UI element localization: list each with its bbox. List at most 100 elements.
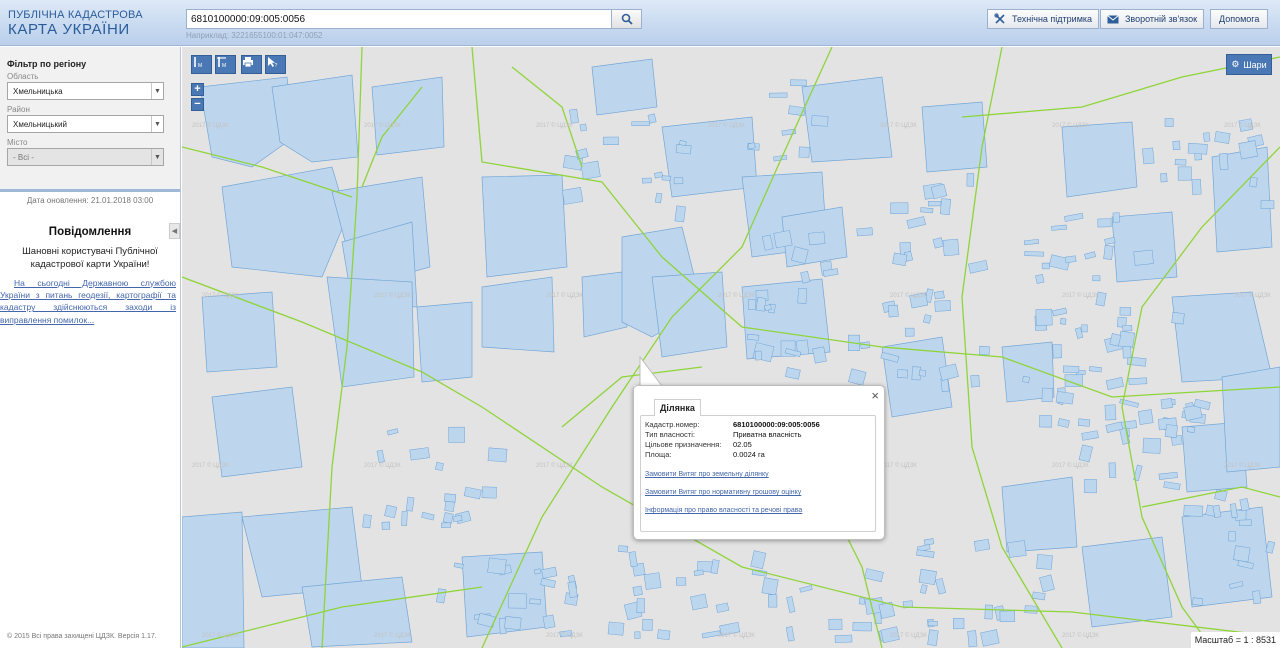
parcel[interactable] — [673, 177, 684, 185]
parcel[interactable] — [1035, 308, 1053, 326]
parcel[interactable] — [769, 92, 788, 98]
parcel[interactable] — [939, 198, 952, 215]
parcel[interactable] — [1057, 418, 1070, 428]
parcel[interactable] — [569, 108, 579, 124]
parcel[interactable] — [1118, 330, 1136, 349]
parcel[interactable] — [690, 593, 708, 611]
parcel[interactable] — [970, 374, 980, 388]
parcel[interactable] — [798, 146, 810, 158]
parcel[interactable] — [754, 350, 762, 361]
parcel[interactable] — [858, 597, 866, 605]
parcel[interactable] — [591, 58, 658, 116]
parcel[interactable] — [384, 504, 398, 519]
parcel[interactable] — [1142, 147, 1155, 165]
city-select[interactable]: - Всі - ▼ — [7, 148, 164, 166]
parcel[interactable] — [448, 426, 465, 443]
parcel[interactable] — [504, 616, 522, 631]
parcel[interactable] — [848, 368, 867, 386]
parcel[interactable] — [1214, 131, 1231, 144]
parcel[interactable] — [1039, 574, 1055, 593]
measure-area-button[interactable]: M — [215, 55, 236, 74]
parcel[interactable] — [978, 345, 990, 356]
parcel[interactable] — [657, 629, 671, 641]
parcel[interactable] — [634, 631, 641, 639]
parcel[interactable] — [852, 622, 872, 632]
parcel[interactable] — [1103, 245, 1114, 260]
parcel[interactable] — [376, 449, 385, 463]
parcel[interactable] — [1137, 409, 1154, 425]
parcel[interactable] — [916, 549, 935, 558]
parcel[interactable] — [1239, 498, 1250, 512]
parcel[interactable] — [641, 177, 652, 184]
parcel[interactable] — [693, 569, 704, 576]
rayon-select[interactable]: Хмельницький ▼ — [7, 115, 164, 133]
parcel[interactable] — [934, 299, 951, 312]
parcel[interactable] — [636, 598, 645, 614]
parcel[interactable] — [1084, 251, 1096, 260]
parcel[interactable] — [1022, 375, 1030, 384]
parcel[interactable] — [1035, 274, 1045, 284]
parcel[interactable] — [1221, 366, 1280, 473]
parcel[interactable] — [761, 577, 779, 596]
parcel[interactable] — [1171, 291, 1273, 383]
parcel[interactable] — [201, 291, 278, 373]
parcel[interactable] — [834, 634, 853, 643]
layers-button[interactable]: ⚙ Шари — [1226, 54, 1272, 75]
parcel[interactable] — [1023, 238, 1040, 246]
parcel[interactable] — [799, 585, 813, 593]
parcel[interactable] — [182, 511, 245, 648]
measure-length-button[interactable]: M — [191, 55, 212, 74]
parcel[interactable] — [968, 259, 989, 274]
parcel[interactable] — [508, 593, 527, 609]
parcel[interactable] — [1187, 143, 1208, 155]
parcel[interactable] — [1088, 366, 1102, 373]
parcel[interactable] — [1233, 545, 1251, 563]
parcel[interactable] — [933, 290, 945, 300]
parcel[interactable] — [1041, 262, 1050, 270]
parcel[interactable] — [747, 299, 756, 310]
parcel[interactable] — [773, 230, 793, 249]
parcel[interactable] — [1128, 377, 1148, 385]
parcel[interactable] — [828, 618, 843, 630]
parcel[interactable] — [918, 568, 937, 586]
parcel[interactable] — [790, 79, 807, 87]
parcel[interactable] — [904, 327, 915, 337]
parcel[interactable] — [1052, 344, 1062, 359]
parcel[interactable] — [381, 521, 391, 530]
parcel[interactable] — [580, 160, 601, 180]
parcel[interactable] — [1036, 554, 1053, 570]
parcel[interactable] — [1108, 462, 1117, 478]
parcel[interactable] — [750, 550, 767, 570]
parcel[interactable] — [1111, 211, 1178, 283]
parcel[interactable] — [1041, 387, 1054, 403]
help-button[interactable]: Допомога — [1210, 9, 1269, 29]
parcel[interactable] — [642, 618, 653, 631]
parcel[interactable] — [1265, 540, 1276, 554]
parcel[interactable] — [561, 187, 584, 205]
parcel[interactable] — [1192, 597, 1204, 606]
parcel[interactable] — [935, 577, 947, 595]
parcel[interactable] — [441, 522, 451, 529]
parcel[interactable] — [632, 585, 643, 597]
parcel[interactable] — [643, 572, 662, 590]
parcel[interactable] — [1001, 476, 1078, 553]
parcel[interactable] — [654, 171, 664, 179]
parcel[interactable] — [1081, 324, 1088, 333]
parcel[interactable] — [1183, 504, 1204, 517]
parcel[interactable] — [481, 174, 568, 278]
parcel[interactable] — [221, 166, 348, 278]
parcel[interactable] — [967, 630, 978, 648]
parcel[interactable] — [811, 115, 829, 127]
parcel[interactable] — [1084, 479, 1097, 494]
parcel[interactable] — [1007, 540, 1027, 558]
parcel[interactable] — [1078, 418, 1091, 427]
parcel[interactable] — [529, 598, 541, 605]
parcel[interactable] — [405, 496, 415, 512]
oblast-select[interactable]: Хмельницька ▼ — [7, 82, 164, 100]
parcel[interactable] — [921, 101, 988, 173]
parcel[interactable] — [1024, 251, 1045, 257]
search-input[interactable] — [186, 9, 612, 29]
parcel[interactable] — [785, 626, 795, 642]
parcel[interactable] — [791, 246, 809, 264]
parcel[interactable] — [1171, 312, 1185, 325]
